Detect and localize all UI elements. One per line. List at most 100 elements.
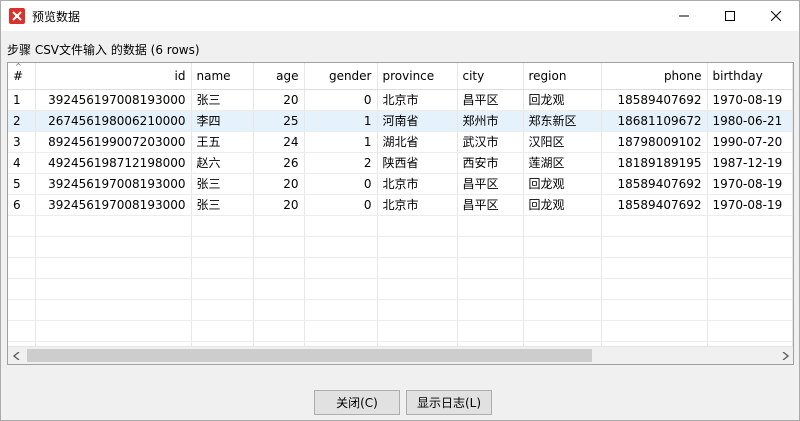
cell-gender[interactable]: 0 — [304, 194, 378, 216]
cell-name[interactable]: 张三 — [191, 89, 254, 111]
cell-province[interactable]: 湖北省 — [377, 131, 458, 153]
row-number-cell[interactable]: 6 — [8, 194, 36, 216]
cell-region[interactable]: 回龙观 — [523, 173, 602, 195]
cell-phone[interactable]: 18798009102 — [601, 131, 708, 153]
column-header-age[interactable]: age — [253, 63, 305, 90]
row-number-cell[interactable]: 3 — [8, 131, 36, 153]
cell-id — [35, 215, 192, 237]
cell-id[interactable]: 392456197008193000 — [35, 173, 192, 195]
column-header-rownum[interactable]: # ^ — [8, 63, 36, 90]
cell-city[interactable]: 武汉市 — [457, 131, 524, 153]
table-row[interactable]: 1 392456197008193000 张三 20 0 北京市 昌平区 回龙观 1858940… — [8, 89, 793, 111]
cell-gender[interactable]: 1 — [304, 131, 378, 153]
cell-age[interactable]: 25 — [253, 110, 305, 132]
cell-age[interactable]: 20 — [253, 89, 305, 111]
cell-city[interactable]: 西安市 — [457, 152, 524, 174]
cell-name[interactable]: 李四 — [191, 110, 254, 132]
cell-id[interactable]: 392456197008193000 — [35, 194, 192, 216]
cell-name[interactable]: 张三 — [191, 173, 254, 195]
cell-region[interactable]: 回龙观 — [523, 89, 602, 111]
cell-name[interactable]: 王五 — [191, 131, 254, 153]
table-row[interactable]: 5 392456197008193000 张三 20 0 北京市 昌平区 回龙观 1858940… — [8, 173, 793, 195]
cell-name[interactable]: 张三 — [191, 194, 254, 216]
cell-id[interactable]: 392456197008193000 — [35, 89, 192, 111]
empty-row — [8, 278, 793, 300]
cell-city[interactable]: 昌平区 — [457, 89, 524, 111]
cell-gender[interactable]: 0 — [304, 173, 378, 195]
cell-birthday[interactable]: 1970-08-19 — [707, 194, 793, 216]
cell-region[interactable]: 汉阳区 — [523, 131, 602, 153]
cell-phone[interactable]: 18589407692 — [601, 194, 708, 216]
cell-birthday[interactable]: 1980-06-21 — [707, 110, 793, 132]
cell-region[interactable]: 莲湖区 — [523, 152, 602, 174]
cell-gender[interactable]: 2 — [304, 152, 378, 174]
cell-phone[interactable]: 18589407692 — [601, 173, 708, 195]
maximize-button[interactable] — [707, 1, 753, 31]
scroll-thumb[interactable] — [27, 349, 592, 362]
cell-city[interactable]: 昌平区 — [457, 173, 524, 195]
cell-province[interactable]: 陕西省 — [377, 152, 458, 174]
cell-age[interactable]: 26 — [253, 152, 305, 174]
row-number-cell — [8, 320, 36, 342]
cell-phone[interactable]: 18589407692 — [601, 89, 708, 111]
column-header-city[interactable]: city — [457, 63, 524, 90]
chevron-right-icon — [782, 351, 789, 360]
column-header-phone[interactable]: phone — [601, 63, 708, 90]
row-number-cell[interactable]: 2 — [8, 110, 36, 132]
data-grid[interactable]: # ^ id name age gender province city region phone… — [7, 62, 794, 365]
table-row[interactable]: 3 892456199007203000 王五 24 1 湖北省 武汉市 汉阳区 1879800… — [8, 131, 793, 153]
cell-city[interactable]: 郑州市 — [457, 110, 524, 132]
column-header-province[interactable]: province — [377, 63, 458, 90]
cell-birthday[interactable]: 1990-07-20 — [707, 131, 793, 153]
grid-viewport[interactable]: # ^ id name age gender province city region phone… — [8, 63, 793, 346]
cell-age[interactable]: 20 — [253, 194, 305, 216]
cell-phone[interactable]: 18189189195 — [601, 152, 708, 174]
cell-province[interactable]: 河南省 — [377, 110, 458, 132]
minimize-button[interactable] — [661, 1, 707, 31]
cell-city — [457, 278, 524, 300]
cell-birthday[interactable]: 1970-08-19 — [707, 173, 793, 195]
cell-city[interactable]: 昌平区 — [457, 194, 524, 216]
cell-gender — [304, 215, 378, 237]
close-window-button[interactable] — [753, 1, 799, 31]
cell-region[interactable]: 回龙观 — [523, 194, 602, 216]
cell-id[interactable]: 892456199007203000 — [35, 131, 192, 153]
column-header-birthday[interactable]: birthday — [707, 63, 793, 90]
scroll-right-button[interactable] — [776, 347, 793, 364]
row-number-cell[interactable]: 1 — [8, 89, 36, 111]
cell-region[interactable]: 郑东新区 — [523, 110, 602, 132]
cell-gender[interactable]: 1 — [304, 110, 378, 132]
column-header-name[interactable]: name — [191, 63, 254, 90]
cell-province[interactable]: 北京市 — [377, 194, 458, 216]
maximize-icon — [725, 11, 735, 21]
empty-row — [8, 215, 793, 237]
cell-birthday[interactable]: 1987-12-19 — [707, 152, 793, 174]
cell-name[interactable]: 赵六 — [191, 152, 254, 174]
horizontal-scrollbar[interactable] — [8, 346, 793, 364]
cell-gender — [304, 257, 378, 279]
table-row[interactable]: 2 267456198006210000 李四 25 1 河南省 郑州市 郑东新区 186811… — [8, 110, 793, 132]
row-number-cell[interactable]: 4 — [8, 152, 36, 174]
column-header-id[interactable]: id — [35, 63, 192, 90]
cell-age[interactable]: 24 — [253, 131, 305, 153]
cell-age — [253, 320, 305, 342]
row-number-cell[interactable]: 5 — [8, 173, 36, 195]
cell-id[interactable]: 267456198006210000 — [35, 110, 192, 132]
minimize-icon — [679, 15, 689, 17]
show-log-button[interactable]: 显示日志(L) — [406, 390, 492, 415]
column-header-region[interactable]: region — [523, 63, 602, 90]
cell-age[interactable]: 20 — [253, 173, 305, 195]
column-header-gender[interactable]: gender — [304, 63, 378, 90]
cell-phone[interactable]: 18681109672 — [601, 110, 708, 132]
table-row[interactable]: 6 392456197008193000 张三 20 0 北京市 昌平区 回龙观 1858940… — [8, 194, 793, 216]
cell-id[interactable]: 492456198712198000 — [35, 152, 192, 174]
title-bar[interactable]: 预览数据 — [1, 1, 799, 31]
cell-birthday — [707, 299, 793, 321]
cell-gender[interactable]: 0 — [304, 89, 378, 111]
cell-province[interactable]: 北京市 — [377, 89, 458, 111]
table-row[interactable]: 4 492456198712198000 赵六 26 2 陕西省 西安市 莲湖区 1818918… — [8, 152, 793, 174]
scroll-left-button[interactable] — [8, 347, 25, 364]
cell-birthday[interactable]: 1970-08-19 — [707, 89, 793, 111]
close-button[interactable]: 关闭(C) — [314, 390, 400, 415]
cell-province[interactable]: 北京市 — [377, 173, 458, 195]
